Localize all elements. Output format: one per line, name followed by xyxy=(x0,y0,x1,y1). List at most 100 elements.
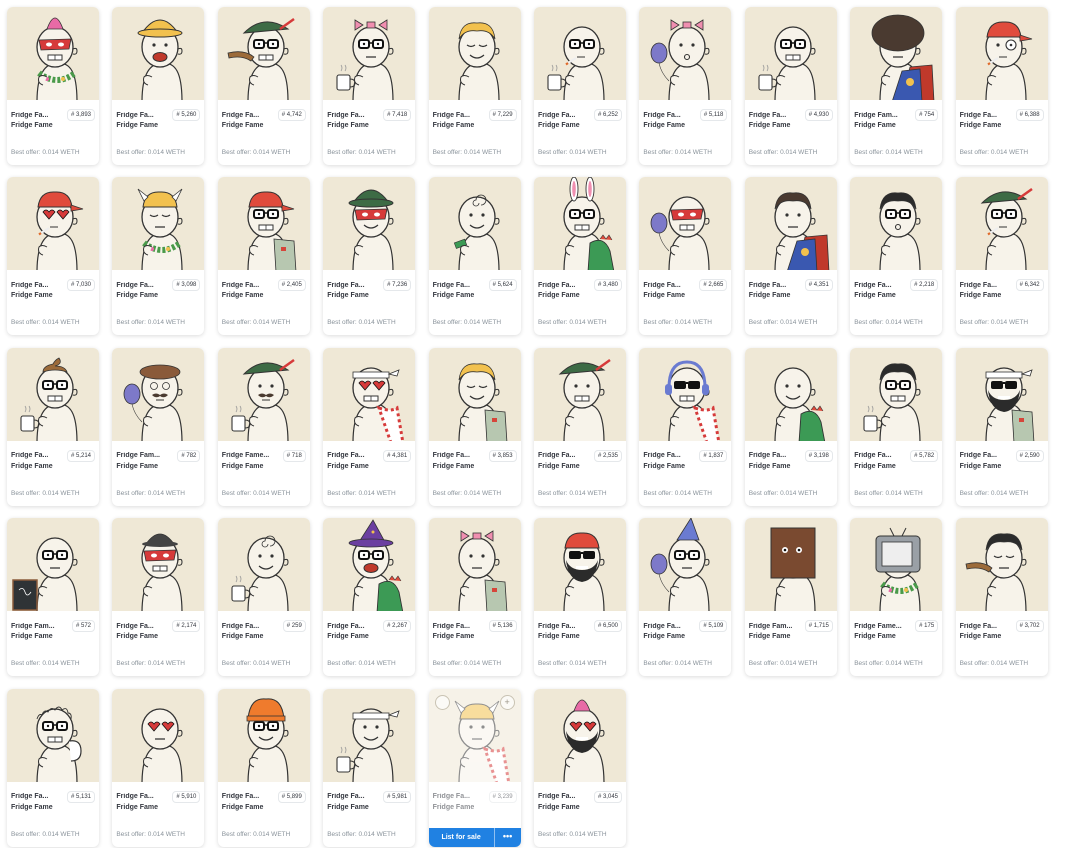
nft-card[interactable]: Fridge Fam... # 754 Fridge Fame Best offe… xyxy=(850,7,943,165)
collection-name[interactable]: Fridge Fame xyxy=(643,463,727,470)
collection-name[interactable]: Fridge Fame xyxy=(327,292,411,299)
collection-name[interactable]: Fridge Fame xyxy=(11,463,95,470)
nft-card[interactable]: Fridge Fa... # 4,930 Fridge Fame Best off… xyxy=(744,7,837,165)
nft-card[interactable]: Fridge Fa... # 3,198 Fridge Fame Best off… xyxy=(744,347,837,506)
nft-thumbnail[interactable] xyxy=(639,7,732,100)
nft-thumbnail[interactable] xyxy=(955,347,1048,441)
nft-card[interactable]: Fridge Fa... # 3,098 Fridge Fame Best off… xyxy=(112,177,205,336)
nft-card[interactable]: Fridge Fa... # 5,910 Fridge Fame Best off… xyxy=(112,688,205,847)
nft-card[interactable]: Fridge Fa... # 5,624 Fridge Fame Best off… xyxy=(428,177,521,336)
nft-card[interactable]: Fridge Fam... # 1,715 Fridge Fame Best of… xyxy=(744,518,837,677)
collection-name[interactable]: Fridge Fame xyxy=(222,633,306,640)
nft-card[interactable]: Fridge Fame... # 175 Fridge Fame Best off… xyxy=(850,518,943,677)
collection-name[interactable]: Fridge Fame xyxy=(116,633,200,640)
nft-thumbnail[interactable] xyxy=(217,177,310,271)
nft-card[interactable]: Fridge Fa... # 7,229 Fridge Fame Best off… xyxy=(428,7,521,165)
collection-name[interactable]: Fridge Fame xyxy=(854,122,938,129)
nft-thumbnail[interactable] xyxy=(534,688,626,782)
nft-thumbnail[interactable] xyxy=(534,7,626,100)
collection-name[interactable]: Fridge Fame xyxy=(222,122,306,129)
nft-thumbnail[interactable] xyxy=(323,347,416,441)
nft-thumbnail[interactable] xyxy=(850,7,943,100)
collection-name[interactable]: Fridge Fame xyxy=(960,633,1044,640)
nft-thumbnail[interactable] xyxy=(534,347,626,441)
nft-thumbnail[interactable] xyxy=(7,347,99,441)
nft-card[interactable]: Fridge Fa... # 4,351 Fridge Fame Best off… xyxy=(744,177,837,336)
collection-name[interactable]: Fridge Fame xyxy=(854,463,938,470)
nft-card[interactable]: Fridge Fa... # 3,480 Fridge Fame Best off… xyxy=(534,177,626,336)
collection-name[interactable]: Fridge Fame xyxy=(749,463,833,470)
collection-name[interactable]: Fridge Fame xyxy=(538,633,622,640)
collection-name[interactable]: Fridge Fame xyxy=(960,292,1044,299)
nft-thumbnail[interactable] xyxy=(7,688,99,782)
collection-name[interactable]: Fridge Fame xyxy=(538,122,622,129)
nft-card[interactable]: Fridge Fa... # 5,214 Fridge Fame Best off… xyxy=(7,347,99,506)
collection-name[interactable]: Fridge Fame xyxy=(538,804,622,811)
collection-name[interactable]: Fridge Fame xyxy=(222,804,306,811)
nft-card[interactable]: Fridge Fa... # 2,174 Fridge Fame Best off… xyxy=(112,518,205,677)
collection-name[interactable]: Fridge Fame xyxy=(327,122,411,129)
nft-thumbnail[interactable] xyxy=(7,177,99,271)
collection-name[interactable]: Fridge Fame xyxy=(222,463,306,470)
nft-card[interactable]: Fridge Fa... # 2,590 Fridge Fame Best off… xyxy=(955,347,1048,506)
list-for-sale-button[interactable]: List for sale xyxy=(429,834,494,841)
nft-thumbnail[interactable] xyxy=(7,518,99,612)
nft-card[interactable]: Fridge Fa... # 2,535 Fridge Fame Best off… xyxy=(534,347,626,506)
nft-card[interactable]: Fridge Fa... # 5,109 Fridge Fame Best off… xyxy=(639,518,732,677)
nft-thumbnail[interactable] xyxy=(850,177,943,271)
more-options-button[interactable]: ••• xyxy=(493,827,521,847)
collection-name[interactable]: Fridge Fame xyxy=(854,292,938,299)
nft-thumbnail[interactable] xyxy=(850,518,943,612)
nft-thumbnail[interactable] xyxy=(217,7,310,100)
nft-thumbnail[interactable] xyxy=(955,177,1048,271)
collection-name[interactable]: Fridge Fame xyxy=(327,633,411,640)
nft-thumbnail[interactable] xyxy=(323,518,416,612)
nft-card[interactable]: Fridge Fa... # 2,267 Fridge Fame Best off… xyxy=(323,518,416,677)
collection-name[interactable]: Fridge Fame xyxy=(643,633,727,640)
nft-thumbnail[interactable] xyxy=(112,688,205,782)
nft-thumbnail[interactable] xyxy=(639,177,732,271)
nft-thumbnail[interactable] xyxy=(323,688,416,782)
nft-card[interactable]: Fridge Fam... # 572 Fridge Fame Best offe… xyxy=(7,518,99,677)
nft-thumbnail[interactable] xyxy=(217,688,310,782)
nft-card[interactable]: Fridge Fa... # 1,837 Fridge Fame Best off… xyxy=(639,347,732,506)
nft-thumbnail[interactable] xyxy=(428,177,521,271)
collection-name[interactable]: Fridge Fame xyxy=(538,292,622,299)
nft-card[interactable]: Fridge Fa... # 5,260 Fridge Fame Best off… xyxy=(112,7,205,165)
nft-thumbnail[interactable] xyxy=(639,347,732,441)
nft-thumbnail[interactable] xyxy=(955,7,1048,100)
collection-name[interactable]: Fridge Fame xyxy=(222,292,306,299)
nft-thumbnail[interactable] xyxy=(744,347,837,441)
nft-card[interactable]: Fridge Fa... # 5,118 Fridge Fame Best off… xyxy=(639,7,732,165)
nft-thumbnail[interactable] xyxy=(112,518,205,612)
collection-name[interactable]: Fridge Fame xyxy=(116,804,200,811)
nft-card[interactable]: Fridge Fa... # 259 Fridge Fame Best offer… xyxy=(217,518,310,677)
nft-thumbnail[interactable] xyxy=(112,177,205,271)
nft-card[interactable]: Fridge Fa... # 2,218 Fridge Fame Best off… xyxy=(850,177,943,336)
collection-name[interactable]: Fridge Fame xyxy=(116,463,200,470)
nft-card[interactable]: Fridge Fa... # 5,782 Fridge Fame Best off… xyxy=(850,347,943,506)
nft-thumbnail[interactable] xyxy=(217,347,310,441)
nft-thumbnail[interactable] xyxy=(955,518,1048,612)
collection-name[interactable]: Fridge Fame xyxy=(433,463,517,470)
nft-card[interactable]: Fridge Fa... # 5,981 Fridge Fame Best off… xyxy=(323,688,416,847)
nft-card[interactable]: Fridge Fame... # 718 Fridge Fame Best off… xyxy=(217,347,310,506)
collection-name[interactable]: Fridge Fame xyxy=(433,633,517,640)
collection-name[interactable]: Fridge Fame xyxy=(960,122,1044,129)
nft-card[interactable]: Fridge Fa... # 3,853 Fridge Fame Best off… xyxy=(428,347,521,506)
collection-name[interactable]: Fridge Fame xyxy=(960,463,1044,470)
collection-name[interactable]: Fridge Fame xyxy=(643,292,727,299)
collection-name[interactable]: Fridge Fame xyxy=(643,122,727,129)
collection-name[interactable]: Fridge Fame xyxy=(116,292,200,299)
nft-card[interactable]: Fridge Fa... # 3,239 Fridge FameBest off… xyxy=(428,688,521,847)
collection-name[interactable]: Fridge Fame xyxy=(538,463,622,470)
nft-thumbnail[interactable] xyxy=(323,7,416,100)
collection-name[interactable]: Fridge Fame xyxy=(749,633,833,640)
collection-name[interactable]: Fridge Fame xyxy=(854,633,938,640)
nft-thumbnail[interactable] xyxy=(534,177,626,271)
collection-name[interactable]: Fridge Fame xyxy=(116,122,200,129)
select-circle-icon[interactable] xyxy=(434,694,450,710)
nft-thumbnail[interactable] xyxy=(534,518,626,612)
nft-thumbnail[interactable] xyxy=(744,7,837,100)
nft-card[interactable]: Fridge Fa... # 2,405 Fridge Fame Best off… xyxy=(217,177,310,336)
